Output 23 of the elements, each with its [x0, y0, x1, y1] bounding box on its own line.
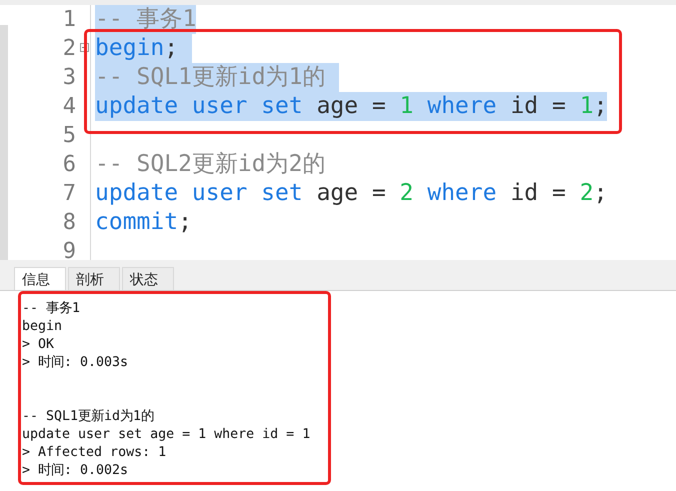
line-number: 8: [62, 209, 76, 237]
line-number: 7: [62, 180, 76, 208]
code-line: commit;: [95, 208, 192, 237]
line-number: 9: [62, 238, 76, 266]
line-number: 2: [62, 35, 76, 63]
output-line: update user set age = 1 where id = 1: [22, 426, 312, 444]
code-line: update user set age = 2 where id = 2;: [95, 179, 608, 208]
code-line: -- SQL2更新id为2的: [95, 150, 326, 179]
output-line: -- SQL1更新id为1的: [22, 408, 156, 426]
panel-tab[interactable]: 剖析: [68, 267, 120, 290]
output-line: > 时间: 0.003s: [22, 354, 130, 372]
output-line: > Affected rows: 1: [22, 444, 168, 462]
output-line: -- 事务1: [22, 300, 82, 318]
panel-tab[interactable]: 状态: [122, 267, 174, 290]
line-number: 6: [62, 151, 76, 179]
line-number: 5: [62, 122, 76, 150]
line-number: 1: [62, 6, 76, 34]
line-number: 4: [62, 93, 76, 121]
panel-tab[interactable]: 信息: [14, 267, 66, 290]
output-line: > OK: [22, 336, 56, 354]
line-number: 3: [62, 64, 76, 92]
output-line: begin: [22, 318, 64, 336]
output-line: > 时间: 0.002s: [22, 462, 130, 480]
